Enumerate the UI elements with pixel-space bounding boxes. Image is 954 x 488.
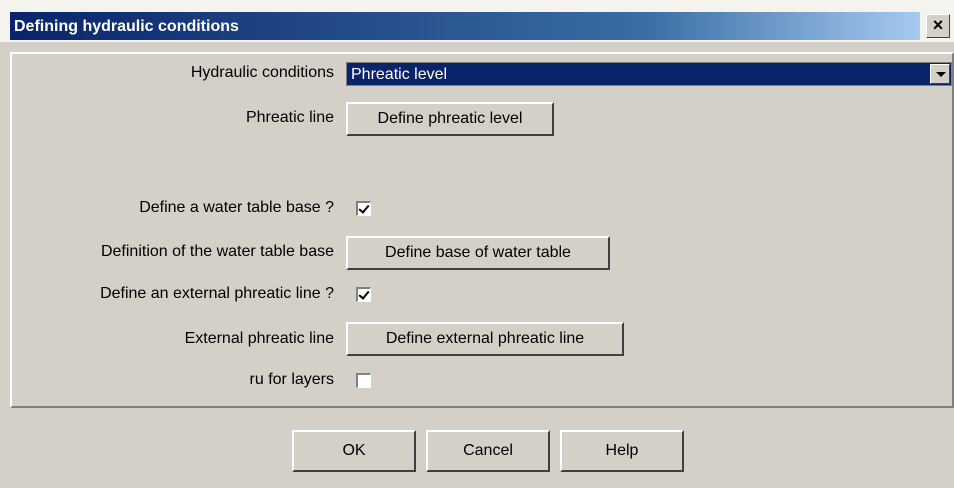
define-phreatic-level-button[interactable]: Define phreatic level — [346, 102, 554, 136]
hydraulic-conditions-label: Hydraulic conditions — [190, 64, 334, 81]
hydraulic-conditions-value: Phreatic level — [351, 66, 448, 83]
check-icon — [358, 288, 370, 300]
ru-for-layers-label: ru for layers — [249, 371, 334, 388]
define-external-phreatic-line-button[interactable]: Define external phreatic line — [346, 322, 624, 356]
phreatic-line-label: Phreatic line — [245, 109, 334, 126]
water-table-base-question: Define a water table base ? — [139, 199, 334, 216]
window-title: Defining hydraulic conditions — [14, 18, 239, 35]
hydraulic-conditions-select[interactable]: Phreatic level — [346, 62, 952, 86]
close-button[interactable]: × — [926, 14, 950, 38]
chevron-down-icon[interactable] — [930, 64, 950, 84]
ru-for-layers-checkbox[interactable] — [356, 373, 371, 388]
external-phreatic-label: External phreatic line — [184, 330, 334, 347]
external-phreatic-question: Define an external phreatic line ? — [100, 285, 334, 302]
help-button[interactable]: Help — [560, 430, 684, 472]
define-base-of-water-table-button[interactable]: Define base of water table — [346, 236, 610, 270]
ok-button[interactable]: OK — [292, 430, 416, 472]
title-bar: Defining hydraulic conditions × — [0, 0, 954, 42]
external-phreatic-checkbox[interactable] — [356, 287, 371, 302]
cancel-button[interactable]: Cancel — [426, 430, 550, 472]
water-table-base-definition-label: Definition of the water table base — [100, 243, 334, 260]
close-icon: × — [932, 15, 944, 35]
water-table-base-checkbox[interactable] — [356, 201, 371, 216]
check-icon — [358, 202, 370, 214]
